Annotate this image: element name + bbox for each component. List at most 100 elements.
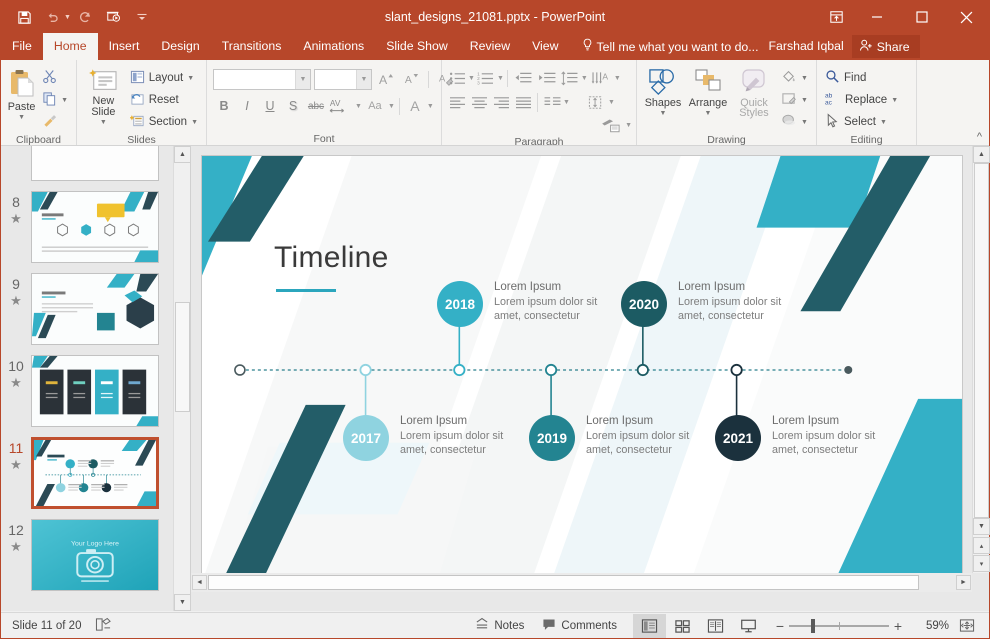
- layout-button[interactable]: Layout ▼: [126, 67, 202, 89]
- redo-icon[interactable]: [73, 5, 99, 29]
- normal-view-button[interactable]: [633, 613, 666, 638]
- thumbnail-item-9[interactable]: 9 ★: [1, 268, 173, 350]
- underline-button[interactable]: U: [259, 95, 281, 117]
- comments-button[interactable]: Comments: [542, 618, 617, 634]
- thumbnail-scroll-up-button[interactable]: ▲: [174, 146, 190, 163]
- decrease-indent-button[interactable]: [511, 68, 535, 89]
- align-center-button[interactable]: [468, 92, 490, 113]
- font-name-combo[interactable]: ▼: [213, 68, 311, 90]
- shape-fill-button[interactable]: ▼: [777, 67, 812, 89]
- font-size-dropdown-arrow[interactable]: ▼: [356, 69, 371, 89]
- shape-outline-button[interactable]: ▼: [777, 89, 812, 111]
- tab-home[interactable]: Home: [42, 33, 98, 60]
- replace-button[interactable]: ab ac Replace ▼: [821, 89, 902, 111]
- shape-fill-dropdown-arrow[interactable]: ▼: [801, 75, 808, 82]
- align-text-dropdown-arrow[interactable]: ▼: [608, 99, 615, 106]
- tab-view[interactable]: View: [521, 33, 569, 60]
- bold-button[interactable]: B: [213, 95, 235, 117]
- user-name[interactable]: Farshad Iqbal: [769, 33, 844, 60]
- minimize-icon[interactable]: [854, 1, 899, 33]
- collapse-ribbon-button[interactable]: ^: [977, 131, 982, 143]
- line-spacing-button[interactable]: [559, 68, 581, 89]
- arrange-dropdown-arrow[interactable]: ▼: [705, 110, 712, 117]
- slide-show-view-button[interactable]: [732, 614, 765, 638]
- arrange-button[interactable]: Arrange ▼: [685, 65, 731, 117]
- milestone-year-2018[interactable]: 2018: [437, 281, 483, 327]
- convert-to-smartart-button[interactable]: [599, 115, 625, 136]
- reading-view-button[interactable]: [699, 614, 732, 638]
- tab-slide-show[interactable]: Slide Show: [375, 33, 459, 60]
- shapes-button[interactable]: Shapes ▼: [641, 65, 685, 117]
- columns-button[interactable]: [541, 92, 563, 113]
- find-button[interactable]: Find: [821, 67, 902, 89]
- zoom-track[interactable]: [789, 618, 889, 633]
- customize-qat-icon[interactable]: [129, 5, 155, 29]
- thumbnail-preview-7[interactable]: [31, 146, 159, 181]
- close-icon[interactable]: [944, 1, 989, 33]
- tab-review[interactable]: Review: [459, 33, 521, 60]
- thumbnail-item-12[interactable]: 12 ★ Your Logo Here: [1, 514, 173, 596]
- paste-button[interactable]: Paste ▼: [5, 65, 38, 121]
- save-icon[interactable]: [11, 5, 37, 29]
- zoom-out-button[interactable]: −: [771, 618, 789, 634]
- section-button[interactable]: Section ▼: [126, 111, 202, 133]
- justify-button[interactable]: [512, 92, 534, 113]
- format-painter-button[interactable]: [38, 111, 72, 133]
- zoom-slider[interactable]: − +: [771, 618, 907, 634]
- slide-horizontal-scrollbar[interactable]: ◄ ►: [191, 573, 972, 592]
- slide-scroll-thumb[interactable]: [974, 163, 989, 518]
- columns-dropdown-arrow[interactable]: ▼: [563, 99, 570, 106]
- thumbnail-item-10[interactable]: 10 ★: [1, 350, 173, 432]
- select-dropdown-arrow[interactable]: ▼: [880, 119, 887, 126]
- font-color-button[interactable]: A: [404, 95, 426, 117]
- increase-indent-button[interactable]: [535, 68, 559, 89]
- new-slide-button[interactable]: New Slide ▼: [81, 65, 126, 126]
- font-name-dropdown-arrow[interactable]: ▼: [295, 69, 310, 89]
- milestone-text-2021[interactable]: Lorem Ipsum Lorem ipsum dolor sit amet, …: [772, 414, 902, 457]
- notes-page-icon[interactable]: [95, 617, 112, 635]
- thumbnail-scroll-down-button[interactable]: ▼: [174, 594, 190, 611]
- zoom-knob[interactable]: [811, 618, 815, 633]
- section-dropdown-arrow[interactable]: ▼: [191, 119, 198, 126]
- hscroll-left-button[interactable]: ◄: [192, 575, 207, 590]
- milestone-year-2019[interactable]: 2019: [529, 415, 575, 461]
- milestone-year-2021[interactable]: 2021: [715, 415, 761, 461]
- tab-design[interactable]: Design: [150, 33, 210, 60]
- milestone-year-2017[interactable]: 2017: [343, 415, 389, 461]
- shape-effects-button[interactable]: ▼: [777, 111, 812, 133]
- milestone-year-2020[interactable]: 2020: [621, 281, 667, 327]
- share-button[interactable]: Share: [851, 35, 920, 58]
- change-case-dropdown-arrow[interactable]: ▼: [388, 103, 395, 110]
- shapes-dropdown-arrow[interactable]: ▼: [660, 110, 667, 117]
- copy-button[interactable]: ▼: [38, 89, 72, 111]
- tab-file[interactable]: File: [1, 33, 43, 60]
- thumbnail-preview-11[interactable]: [31, 437, 159, 509]
- thumbnail-scroll-thumb[interactable]: [175, 302, 190, 412]
- thumbnail-preview-10[interactable]: [31, 355, 159, 427]
- thumbnail-preview-9[interactable]: [31, 273, 159, 345]
- hscroll-right-button[interactable]: ►: [956, 575, 971, 590]
- thumbnail-scrollbar[interactable]: ▲ ▼: [173, 146, 190, 611]
- slide-vertical-scrollbar[interactable]: ▲ ▼ ▴ ▾: [972, 146, 990, 573]
- tell-me-box[interactable]: Tell me what you want to do...: [582, 33, 759, 60]
- increase-font-size-icon[interactable]: A: [375, 68, 397, 90]
- quick-styles-button[interactable]: Quick Styles: [731, 65, 777, 118]
- cut-button[interactable]: [38, 67, 72, 89]
- text-direction-button[interactable]: A: [590, 68, 614, 89]
- bullets-button[interactable]: [446, 68, 468, 89]
- numbering-dropdown-arrow[interactable]: ▼: [497, 75, 504, 82]
- zoom-level-label[interactable]: 59%: [913, 620, 949, 632]
- select-button[interactable]: Select ▼: [821, 111, 902, 133]
- fit-slide-button[interactable]: [953, 614, 981, 638]
- previous-slide-button[interactable]: ▴: [973, 537, 990, 554]
- slide-sorter-view-button[interactable]: [666, 614, 699, 638]
- milestone-text-2018[interactable]: Lorem Ipsum Lorem ipsum dolor sit amet, …: [494, 280, 624, 323]
- slide-counter[interactable]: Slide 11 of 20: [12, 620, 81, 632]
- milestone-text-2017[interactable]: Lorem Ipsum Lorem ipsum dolor sit amet, …: [400, 414, 530, 457]
- shape-outline-dropdown-arrow[interactable]: ▼: [801, 97, 808, 104]
- tab-animations[interactable]: Animations: [292, 33, 375, 60]
- smartart-dropdown-arrow[interactable]: ▼: [625, 122, 632, 129]
- align-text-button[interactable]: [584, 92, 608, 113]
- tab-transitions[interactable]: Transitions: [211, 33, 293, 60]
- tab-insert[interactable]: Insert: [98, 33, 151, 60]
